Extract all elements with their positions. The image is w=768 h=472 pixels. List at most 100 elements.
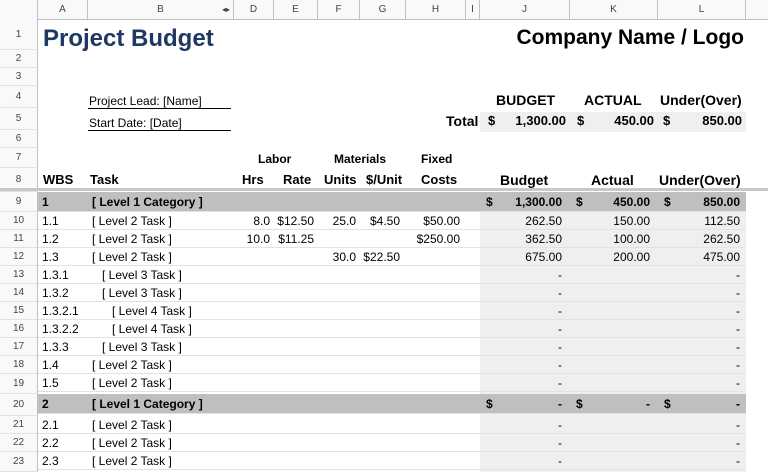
fixed-costs-cell[interactable] bbox=[406, 356, 464, 373]
rate-cell[interactable]: $12.50 bbox=[274, 212, 318, 229]
summary-under-value[interactable]: 850.00 bbox=[658, 113, 742, 128]
per-unit-cell[interactable] bbox=[360, 434, 404, 451]
row-header-16[interactable]: 16 bbox=[0, 320, 38, 338]
budget-cell[interactable]: 262.50 bbox=[480, 212, 566, 229]
under-cell[interactable]: - bbox=[658, 320, 744, 337]
start-date-field[interactable]: Start Date: [Date] bbox=[88, 116, 231, 131]
row-header-21[interactable]: 21 bbox=[0, 416, 38, 434]
rate-cell[interactable] bbox=[274, 248, 318, 265]
wbs-cell[interactable]: 1.3 bbox=[38, 248, 88, 265]
row-header-12[interactable]: 12 bbox=[0, 248, 38, 266]
hrs-cell[interactable] bbox=[234, 302, 274, 319]
row-header-18[interactable]: 18 bbox=[0, 356, 38, 374]
under-cell[interactable]: - bbox=[658, 302, 744, 319]
actual-cell[interactable] bbox=[570, 320, 654, 337]
rate-cell[interactable] bbox=[274, 192, 318, 211]
fixed-costs-cell[interactable] bbox=[406, 338, 464, 355]
task-cell[interactable]: [ Level 1 Category ] bbox=[88, 394, 234, 413]
row-header-22[interactable]: 22 bbox=[0, 434, 38, 452]
column-header-h[interactable]: H bbox=[406, 0, 466, 20]
units-cell[interactable] bbox=[318, 284, 360, 301]
wbs-cell[interactable]: 1.3.2.2 bbox=[38, 320, 88, 337]
column-header-i[interactable]: I bbox=[466, 0, 480, 20]
task-cell[interactable]: [ Level 3 Task ] bbox=[98, 284, 244, 301]
wbs-cell[interactable]: 1.3.3 bbox=[38, 338, 88, 355]
budget-cell[interactable]: - bbox=[480, 302, 566, 319]
fixed-costs-cell[interactable] bbox=[406, 284, 464, 301]
rate-cell[interactable] bbox=[274, 356, 318, 373]
summary-actual-value[interactable]: 450.00 bbox=[570, 113, 654, 128]
row-header-3[interactable]: 3 bbox=[0, 68, 38, 86]
row-header-9[interactable]: 9 bbox=[0, 192, 38, 212]
actual-cell[interactable] bbox=[570, 374, 654, 391]
row-header-23[interactable]: 23 bbox=[0, 452, 38, 472]
actual-cell[interactable]: 150.00 bbox=[570, 212, 654, 229]
per-unit-cell[interactable] bbox=[360, 338, 404, 355]
per-unit-cell[interactable] bbox=[360, 192, 404, 211]
hrs-cell[interactable] bbox=[234, 266, 274, 283]
row-header-15[interactable]: 15 bbox=[0, 302, 38, 320]
task-cell[interactable]: [ Level 2 Task ] bbox=[88, 452, 234, 469]
per-unit-cell[interactable] bbox=[360, 230, 404, 247]
row-header-17[interactable]: 17 bbox=[0, 338, 38, 356]
hrs-cell[interactable] bbox=[234, 452, 274, 469]
fixed-costs-cell[interactable] bbox=[406, 416, 464, 433]
units-cell[interactable] bbox=[318, 302, 360, 319]
per-unit-cell[interactable] bbox=[360, 416, 404, 433]
actual-cell[interactable] bbox=[570, 338, 654, 355]
rate-cell[interactable] bbox=[274, 434, 318, 451]
actual-cell[interactable]: - bbox=[570, 394, 654, 413]
column-header-e[interactable]: E bbox=[274, 0, 318, 20]
rate-cell[interactable] bbox=[274, 338, 318, 355]
budget-cell[interactable]: 675.00 bbox=[480, 248, 566, 265]
under-cell[interactable]: 475.00 bbox=[658, 248, 744, 265]
per-unit-cell[interactable] bbox=[360, 302, 404, 319]
under-cell[interactable]: - bbox=[658, 374, 744, 391]
fixed-costs-cell[interactable] bbox=[406, 394, 464, 413]
per-unit-cell[interactable]: $4.50 bbox=[360, 212, 404, 229]
wbs-cell[interactable]: 1.4 bbox=[38, 356, 88, 373]
task-cell[interactable]: [ Level 4 Task ] bbox=[108, 320, 254, 337]
per-unit-cell[interactable] bbox=[360, 266, 404, 283]
fixed-costs-cell[interactable] bbox=[406, 320, 464, 337]
rate-cell[interactable]: $11.25 bbox=[274, 230, 318, 247]
under-cell[interactable]: - bbox=[658, 284, 744, 301]
units-cell[interactable] bbox=[318, 192, 360, 211]
per-unit-cell[interactable] bbox=[360, 356, 404, 373]
wbs-cell[interactable]: 1.3.2 bbox=[38, 284, 88, 301]
budget-cell[interactable]: - bbox=[480, 266, 566, 283]
actual-cell[interactable] bbox=[570, 266, 654, 283]
task-cell[interactable]: [ Level 2 Task ] bbox=[88, 356, 234, 373]
hrs-cell[interactable]: 8.0 bbox=[234, 212, 274, 229]
budget-cell[interactable]: 1,300.00 bbox=[480, 192, 566, 211]
fixed-costs-cell[interactable] bbox=[406, 248, 464, 265]
fixed-costs-cell[interactable]: $250.00 bbox=[406, 230, 464, 247]
under-cell[interactable]: - bbox=[658, 452, 744, 469]
row-header-10[interactable]: 10 bbox=[0, 212, 38, 230]
wbs-cell[interactable]: 1.3.2.1 bbox=[38, 302, 88, 319]
rate-cell[interactable] bbox=[274, 452, 318, 469]
budget-cell[interactable]: - bbox=[480, 356, 566, 373]
fixed-costs-cell[interactable] bbox=[406, 266, 464, 283]
under-cell[interactable]: - bbox=[658, 266, 744, 283]
units-cell[interactable] bbox=[318, 452, 360, 469]
row-header-1[interactable]: 1 bbox=[0, 20, 38, 50]
under-cell[interactable]: - bbox=[658, 434, 744, 451]
under-cell[interactable]: 112.50 bbox=[658, 212, 744, 229]
fixed-costs-cell[interactable] bbox=[406, 434, 464, 451]
budget-cell[interactable]: - bbox=[480, 434, 566, 451]
hrs-cell[interactable] bbox=[234, 394, 274, 413]
wbs-cell[interactable]: 1.2 bbox=[38, 230, 88, 247]
task-cell[interactable]: [ Level 2 Task ] bbox=[88, 434, 234, 451]
hrs-cell[interactable] bbox=[234, 192, 274, 211]
row-header-11[interactable]: 11 bbox=[0, 230, 38, 248]
fixed-costs-cell[interactable]: $50.00 bbox=[406, 212, 464, 229]
per-unit-cell[interactable] bbox=[360, 284, 404, 301]
row-header-6[interactable]: 6 bbox=[0, 130, 38, 148]
rate-cell[interactable] bbox=[274, 266, 318, 283]
fixed-costs-cell[interactable] bbox=[406, 192, 464, 211]
column-header-a[interactable]: A bbox=[38, 0, 88, 20]
hrs-cell[interactable] bbox=[234, 356, 274, 373]
units-cell[interactable] bbox=[318, 374, 360, 391]
under-cell[interactable]: 262.50 bbox=[658, 230, 744, 247]
